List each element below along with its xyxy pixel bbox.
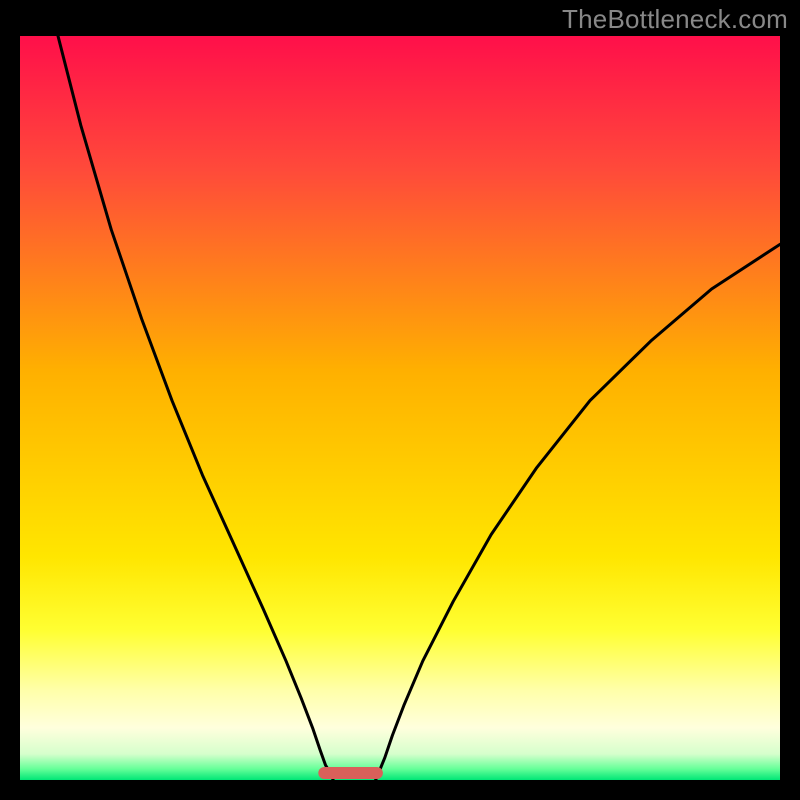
chart-container: TheBottleneck.com [0,0,800,800]
optimal-marker [318,767,383,779]
plot-area [20,36,780,780]
watermark-label: TheBottleneck.com [562,4,788,35]
chart-svg [20,36,780,780]
gradient-background [20,36,780,780]
